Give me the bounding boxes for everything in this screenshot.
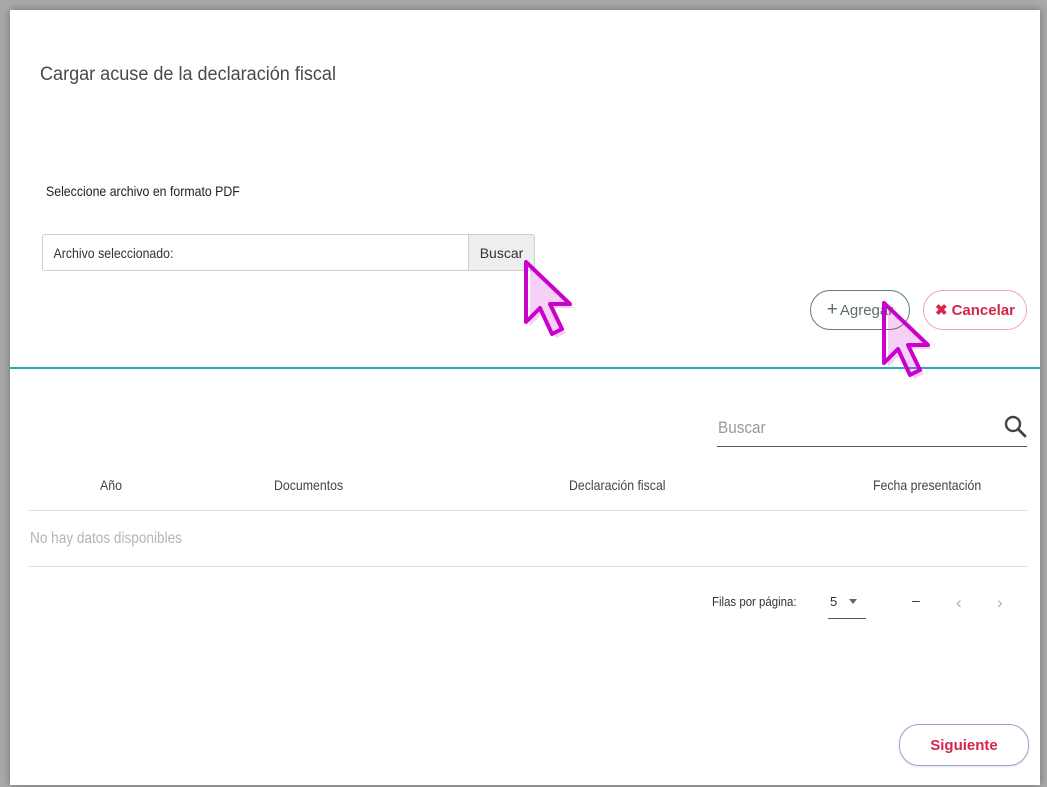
chevron-right-icon[interactable]: › bbox=[997, 593, 1003, 613]
table-bottom-divider bbox=[28, 566, 1028, 567]
file-picker[interactable]: Archivo seleccionado: Buscar bbox=[42, 234, 535, 271]
rows-per-page-select[interactable]: 5 bbox=[828, 594, 866, 619]
column-header-documents[interactable]: Documentos bbox=[274, 477, 343, 493]
table-header-divider bbox=[28, 510, 1028, 511]
file-instruction: Seleccione archivo en formato PDF bbox=[46, 183, 240, 199]
chevron-down-icon bbox=[849, 599, 857, 604]
empty-table-message: No hay datos disponibles bbox=[30, 530, 182, 547]
column-header-year[interactable]: Año bbox=[100, 477, 122, 493]
search-input[interactable]: Buscar bbox=[717, 412, 1027, 447]
upload-dialog: Cargar acuse de la declaración fiscal Se… bbox=[10, 10, 1040, 785]
plus-icon: + bbox=[826, 299, 838, 320]
rows-per-page-value: 5 bbox=[830, 594, 838, 609]
column-header-tax-return[interactable]: Declaración fiscal bbox=[569, 477, 666, 493]
search-icon[interactable] bbox=[1003, 414, 1027, 438]
column-header-filing-date[interactable]: Fecha presentación bbox=[873, 477, 981, 493]
chevron-left-icon[interactable]: ‹ bbox=[956, 593, 962, 613]
cancel-button-label: Cancelar bbox=[951, 301, 1015, 319]
mouse-pointer-icon bbox=[882, 301, 932, 379]
pagination-range: – bbox=[912, 592, 920, 608]
file-selected-label: Archivo seleccionado: bbox=[53, 244, 174, 261]
rows-per-page-label: Filas por página: bbox=[712, 594, 797, 609]
next-button[interactable]: Siguiente bbox=[899, 724, 1029, 766]
dialog-title: Cargar acuse de la declaración fiscal bbox=[40, 64, 336, 85]
search-placeholder: Buscar bbox=[718, 418, 766, 437]
mouse-pointer-icon bbox=[524, 260, 574, 338]
